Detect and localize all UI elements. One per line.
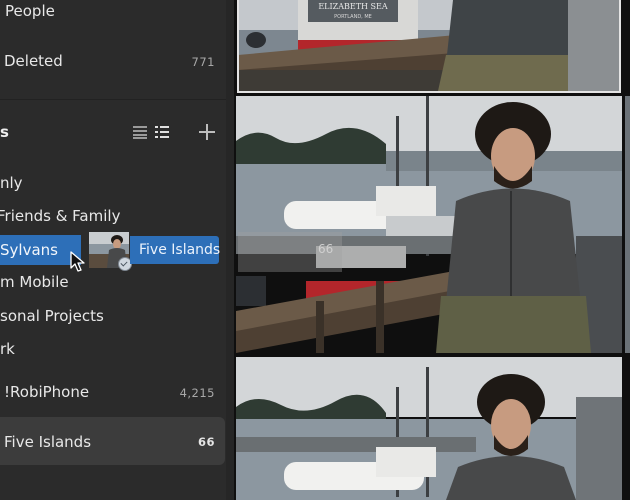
list-view-icon[interactable] [133, 126, 147, 139]
album-label: m Mobile [0, 273, 69, 291]
album-label: !RobiPhone [4, 383, 90, 401]
album-item-robiphone[interactable]: !RobiPhone [4, 383, 89, 401]
arrow-cursor-icon [70, 251, 85, 272]
robiphone-count: 4,215 [179, 386, 215, 400]
photo-thumbnail[interactable] [236, 357, 622, 500]
grid-view-icon[interactable] [155, 126, 169, 139]
album-item[interactable]: m Mobile [0, 273, 69, 291]
five-islands-count: 66 [197, 435, 215, 449]
add-icon[interactable] [199, 124, 215, 140]
photo-selection-border [237, 0, 621, 93]
albums-section-title: s [0, 123, 9, 141]
album-item-five-islands[interactable]: Five Islands [4, 433, 91, 451]
album-label: Friends & Family [0, 207, 121, 225]
album-item[interactable]: nly [0, 174, 23, 192]
album-label: Sylvans [0, 241, 58, 259]
album-label: nly [0, 174, 23, 192]
sidebar-item-people[interactable]: People [5, 2, 55, 20]
drag-count-badge: 66 [318, 242, 334, 256]
next-photo-edge [625, 96, 630, 353]
album-item[interactable]: Sylvans [0, 241, 58, 259]
album-label: Five Islands [4, 433, 92, 451]
album-label: rk [0, 340, 15, 358]
sidebar-divider [0, 99, 234, 100]
sidebar-item-label: People [5, 2, 55, 20]
album-item[interactable]: rk [0, 340, 15, 358]
album-item[interactable]: Friends & Family [0, 207, 120, 225]
deleted-count: 771 [191, 55, 215, 69]
drop-target-label: Five Islands [130, 236, 220, 264]
album-item[interactable]: sonal Projects [0, 307, 104, 325]
sidebar-scrollbar[interactable] [226, 0, 234, 500]
album-label: sonal Projects [0, 307, 104, 325]
sidebar-item-label: Deleted [4, 52, 63, 70]
photo-thumbnail[interactable] [236, 96, 622, 353]
